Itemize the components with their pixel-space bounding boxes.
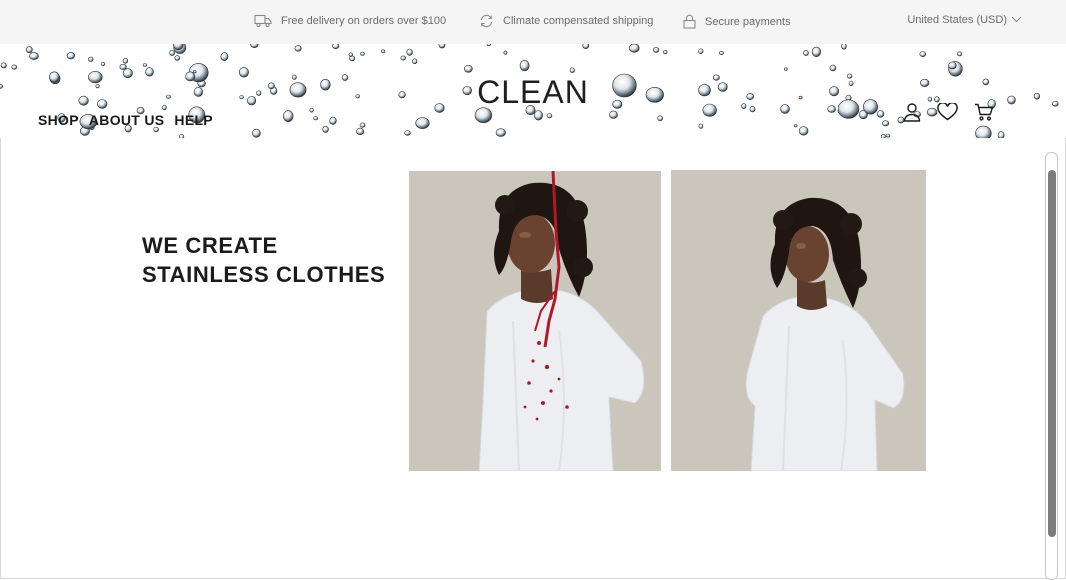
water-droplet [533, 110, 543, 121]
truck-icon [254, 14, 272, 28]
water-droplet [609, 110, 618, 119]
promo-secure-payments: Secure payments [683, 14, 791, 29]
promo-text: Secure payments [705, 15, 791, 28]
product-image-stained[interactable] [409, 171, 661, 471]
main-nav: SHOP ABOUT US HELP [38, 112, 213, 128]
water-droplet [811, 46, 822, 58]
water-droplet [322, 125, 329, 133]
water-droplet [956, 51, 963, 57]
water-droplet [294, 45, 302, 52]
water-droplet [876, 110, 885, 118]
water-droplet [332, 44, 340, 49]
water-droplet [652, 47, 660, 53]
water-droplet [841, 44, 847, 50]
currency-label: United States (USD) [907, 14, 1007, 26]
water-droplet [87, 56, 94, 62]
water-droplet [381, 49, 386, 54]
water-droplet [880, 134, 886, 138]
currency-selector[interactable]: United States (USD) [907, 14, 1022, 26]
water-droplet [400, 55, 406, 61]
water-droplet [829, 64, 837, 72]
water-droplet [438, 44, 446, 49]
cart-icon[interactable] [974, 103, 994, 126]
promo-climate-shipping: Climate compensated shipping [479, 14, 653, 28]
water-droplet [329, 116, 337, 125]
water-droplet [569, 67, 575, 73]
promo-free-delivery: Free delivery on orders over $100 [254, 14, 446, 28]
water-droplet [486, 44, 491, 47]
water-droplet [495, 128, 506, 137]
water-droplet [29, 52, 39, 60]
chevron-down-icon [1011, 14, 1022, 26]
water-droplet [359, 122, 366, 128]
water-droplet [784, 67, 788, 71]
water-droplet [546, 113, 553, 119]
water-droplet [882, 120, 890, 127]
water-droplet [519, 60, 530, 72]
water-droplet [100, 61, 106, 66]
water-droplet [356, 127, 365, 135]
lock-icon [683, 14, 696, 29]
water-droplet [11, 64, 18, 70]
hero-headline-line-1: WE CREATE [142, 233, 278, 258]
water-droplet [415, 117, 430, 129]
water-droplet [412, 58, 418, 65]
water-droplet [719, 51, 724, 56]
product-image-clean[interactable] [671, 170, 926, 471]
water-droplet [174, 55, 181, 61]
water-droplet [698, 48, 704, 54]
water-droplet [997, 131, 1005, 138]
nav-help[interactable]: HELP [174, 112, 213, 128]
account-icon[interactable] [903, 102, 921, 127]
water-droplet [0, 62, 7, 69]
site-header: CLEAN SHOP ABOUT US HELP [0, 44, 1066, 138]
water-droplet [628, 44, 640, 53]
water-droplet [169, 49, 175, 56]
water-droplet [975, 125, 992, 138]
water-droplet [919, 51, 927, 58]
water-droplet [948, 61, 957, 70]
water-droplet [698, 123, 704, 129]
hero-headline-line-2: STAINLESS CLOTHES [142, 262, 386, 287]
water-droplet [313, 116, 318, 121]
nav-shop[interactable]: SHOP [38, 112, 79, 128]
water-droplet [359, 51, 365, 56]
water-droplet [662, 50, 668, 55]
water-droplet [798, 126, 809, 136]
water-droplet [142, 63, 148, 67]
promo-text: Free delivery on orders over $100 [281, 15, 447, 27]
water-droplet [250, 44, 259, 48]
water-droplet [119, 63, 127, 70]
scrollbar-thumb[interactable] [1048, 170, 1056, 537]
water-droplet [885, 133, 891, 138]
water-droplet [252, 128, 261, 138]
promo-bar: Free delivery on orders over $100 Climat… [0, 0, 1066, 44]
water-droplet [66, 52, 75, 60]
water-droplet [463, 64, 473, 73]
nav-about-us[interactable]: ABOUT US [89, 112, 165, 128]
water-droplet [582, 44, 590, 49]
water-droplet [803, 50, 809, 56]
hero-headline: WE CREATE STAINLESS CLOTHES [142, 231, 385, 289]
water-droplet [25, 46, 33, 54]
water-droplet [179, 134, 185, 138]
water-droplet [348, 52, 353, 57]
refresh-icon [479, 14, 494, 28]
water-droplet [503, 50, 508, 55]
water-droplet [793, 124, 798, 128]
water-droplet [122, 57, 129, 64]
header-actions [903, 101, 994, 127]
water-droplet [404, 130, 411, 136]
promo-text: Climate compensated shipping [503, 15, 654, 27]
water-droplet [192, 70, 197, 74]
water-droplet [220, 52, 229, 61]
water-droplet [657, 115, 663, 122]
water-droplet [283, 110, 294, 122]
water-droplet [406, 48, 413, 56]
wishlist-heart-icon[interactable] [937, 101, 958, 126]
